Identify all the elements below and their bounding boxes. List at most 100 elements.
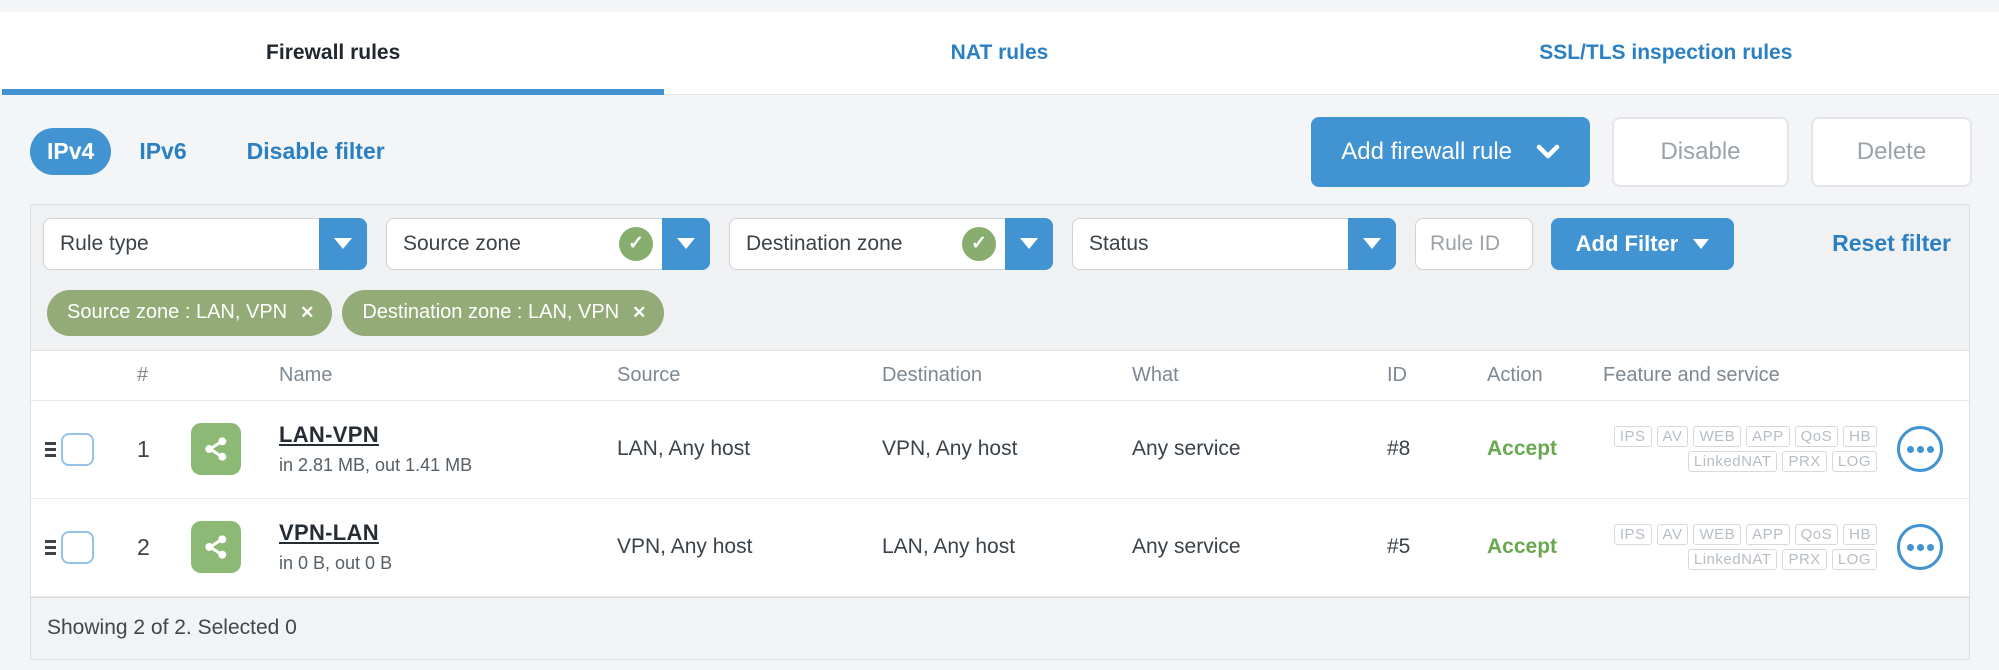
action-cell: Accept [1487, 437, 1558, 461]
header-source: Source [617, 363, 681, 386]
table-row: 2 VPN-LAN in 0 B, out 0 B VPN, Any host … [31, 498, 1969, 597]
header-id: ID [1387, 363, 1407, 386]
ellipsis-dot [1926, 543, 1934, 551]
delete-button[interactable]: Delete [1811, 116, 1972, 187]
tab-firewall-rules-label: Firewall rules [266, 40, 401, 64]
ellipsis-dot [1906, 543, 1914, 551]
destination-cell: VPN, Any host [882, 437, 1018, 461]
caret-down-icon [677, 238, 695, 250]
disable-button[interactable]: Disable [1612, 116, 1789, 187]
feature-badge-ips: IPS [1613, 426, 1652, 448]
name-cell: VPN-LAN in 0 B, out 0 B [187, 520, 599, 574]
feature-badge-prx: PRX [1782, 549, 1827, 571]
row-checkbox[interactable] [61, 432, 94, 466]
header-what: What [1132, 363, 1179, 386]
rule-id-cell: #8 [1387, 437, 1411, 461]
name-wrap: VPN-LAN in 0 B, out 0 B [279, 520, 392, 574]
header-feature-and-service: Feature and service [1603, 363, 1780, 386]
rule-id-cell: #5 [1387, 535, 1411, 559]
share-nodes-icon [205, 437, 227, 462]
tab-firewall-rules[interactable]: Firewall rules [0, 12, 666, 96]
reset-filter-link[interactable]: Reset filter [1832, 230, 1951, 257]
firewall-rules-page: Firewall rules NAT rules SSL/TLS inspect… [0, 0, 1999, 670]
rule-name-link[interactable]: VPN-LAN [279, 520, 379, 546]
header-destination: Destination [882, 363, 983, 386]
ellipsis-dot [1906, 445, 1914, 453]
drag-bar [45, 441, 56, 445]
tab-ssl-tls-inspection-rules[interactable]: SSL/TLS inspection rules [1333, 12, 1999, 94]
status-dropdown-button[interactable] [1348, 217, 1396, 270]
feature-badge-web: WEB [1693, 524, 1742, 546]
name-cell: LAN-VPN in 2.81 MB, out 1.41 MB [187, 422, 599, 476]
feature-badge-qos: QoS [1794, 426, 1839, 448]
rule-id-input[interactable] [1415, 217, 1533, 270]
rule-type-select[interactable]: Rule type [43, 217, 367, 270]
source-zone-select[interactable]: Source zone ✓ [386, 217, 710, 270]
features-cell: IPS AV WEB APP QoS HB LinkedNAT PRX LOG [1584, 524, 1969, 571]
rule-type-select-label: Rule type [60, 231, 149, 255]
add-firewall-rule-button[interactable]: Add firewall rule [1311, 116, 1590, 187]
close-icon[interactable]: ✕ [632, 304, 646, 321]
source-zone-dropdown-button[interactable] [662, 217, 710, 270]
drag-bar [45, 447, 56, 451]
close-icon[interactable]: ✕ [300, 304, 314, 321]
feature-badge-hb: HB [1843, 524, 1877, 546]
disable-filter-link[interactable]: Disable filter [247, 138, 385, 165]
rules-panel: Rule type Source zone ✓ Destination zone… [30, 203, 1970, 660]
tab-nat-rules[interactable]: NAT rules [666, 12, 1332, 94]
table-footer: Showing 2 of 2. Selected 0 [31, 596, 1969, 659]
feature-badge-line: LinkedNAT PRX LOG [1687, 451, 1877, 473]
add-firewall-rule-label: Add firewall rule [1341, 137, 1512, 165]
row-checkbox[interactable] [61, 530, 94, 564]
source-zone-select-body: Source zone ✓ [386, 217, 662, 270]
caret-down-icon [1363, 238, 1381, 250]
status-select[interactable]: Status [1072, 217, 1396, 270]
header-number: # [137, 363, 149, 386]
feature-badges: IPS AV WEB APP QoS HB LinkedNAT PRX LOG [1613, 524, 1877, 571]
source-cell: LAN, Any host [617, 437, 751, 461]
tab-ssl-tls-label: SSL/TLS inspection rules [1539, 40, 1793, 64]
check-cell [61, 432, 113, 466]
drag-bar [45, 551, 56, 555]
destination-zone-select-body: Destination zone ✓ [729, 217, 1005, 270]
row-number: 1 [137, 435, 150, 462]
ipv4-toggle[interactable]: IPv4 [30, 128, 112, 176]
feature-badge-web: WEB [1693, 426, 1742, 448]
feature-badge-log: LOG [1831, 451, 1877, 473]
active-tab-underline [2, 89, 665, 96]
row-menu-button[interactable] [1897, 524, 1943, 571]
rule-type-dropdown-button[interactable] [319, 217, 367, 270]
caret-down-icon [1693, 238, 1710, 249]
network-rule-icon [191, 521, 241, 574]
ellipsis-dot [1926, 445, 1934, 453]
add-filter-button[interactable]: Add Filter [1551, 217, 1734, 270]
drag-handle-icon[interactable] [45, 539, 56, 555]
destination-zone-dropdown-button[interactable] [1005, 217, 1053, 270]
check-cell [61, 530, 113, 564]
rule-name-link[interactable]: LAN-VPN [279, 422, 379, 448]
status-select-label: Status [1089, 231, 1149, 255]
chevron-down-icon [1536, 144, 1560, 158]
handle-cell [31, 441, 61, 457]
feature-badge-av: AV [1656, 426, 1689, 448]
tab-bar: Firewall rules NAT rules SSL/TLS inspect… [0, 11, 1999, 96]
feature-badge-app: APP [1746, 524, 1790, 546]
ipv6-toggle[interactable]: IPv6 [139, 138, 186, 165]
feature-badge-linkednat: LinkedNAT [1687, 451, 1778, 473]
row-menu-button[interactable] [1897, 426, 1943, 473]
destination-zone-select[interactable]: Destination zone ✓ [729, 217, 1053, 270]
filter-section: Rule type Source zone ✓ Destination zone… [31, 204, 1969, 351]
drag-handle-icon[interactable] [45, 441, 56, 457]
caret-down-icon [1020, 238, 1038, 250]
feature-badge-app: APP [1746, 426, 1790, 448]
feature-badge-prx: PRX [1782, 451, 1827, 473]
toolbar: IPv4 IPv6 Disable filter Add firewall ru… [0, 95, 1999, 204]
table-row: 1 LAN-VPN in 2.81 MB, out 1.41 MB LAN, A… [31, 400, 1969, 499]
check-circle-icon: ✓ [619, 226, 653, 261]
name-wrap: LAN-VPN in 2.81 MB, out 1.41 MB [279, 422, 472, 476]
action-cell: Accept [1487, 535, 1558, 559]
feature-badge-qos: QoS [1794, 524, 1839, 546]
page-top-gap [0, 0, 1999, 12]
rule-type-select-body: Rule type [43, 217, 319, 270]
feature-badge-line: IPS AV WEB APP QoS HB [1613, 524, 1877, 546]
